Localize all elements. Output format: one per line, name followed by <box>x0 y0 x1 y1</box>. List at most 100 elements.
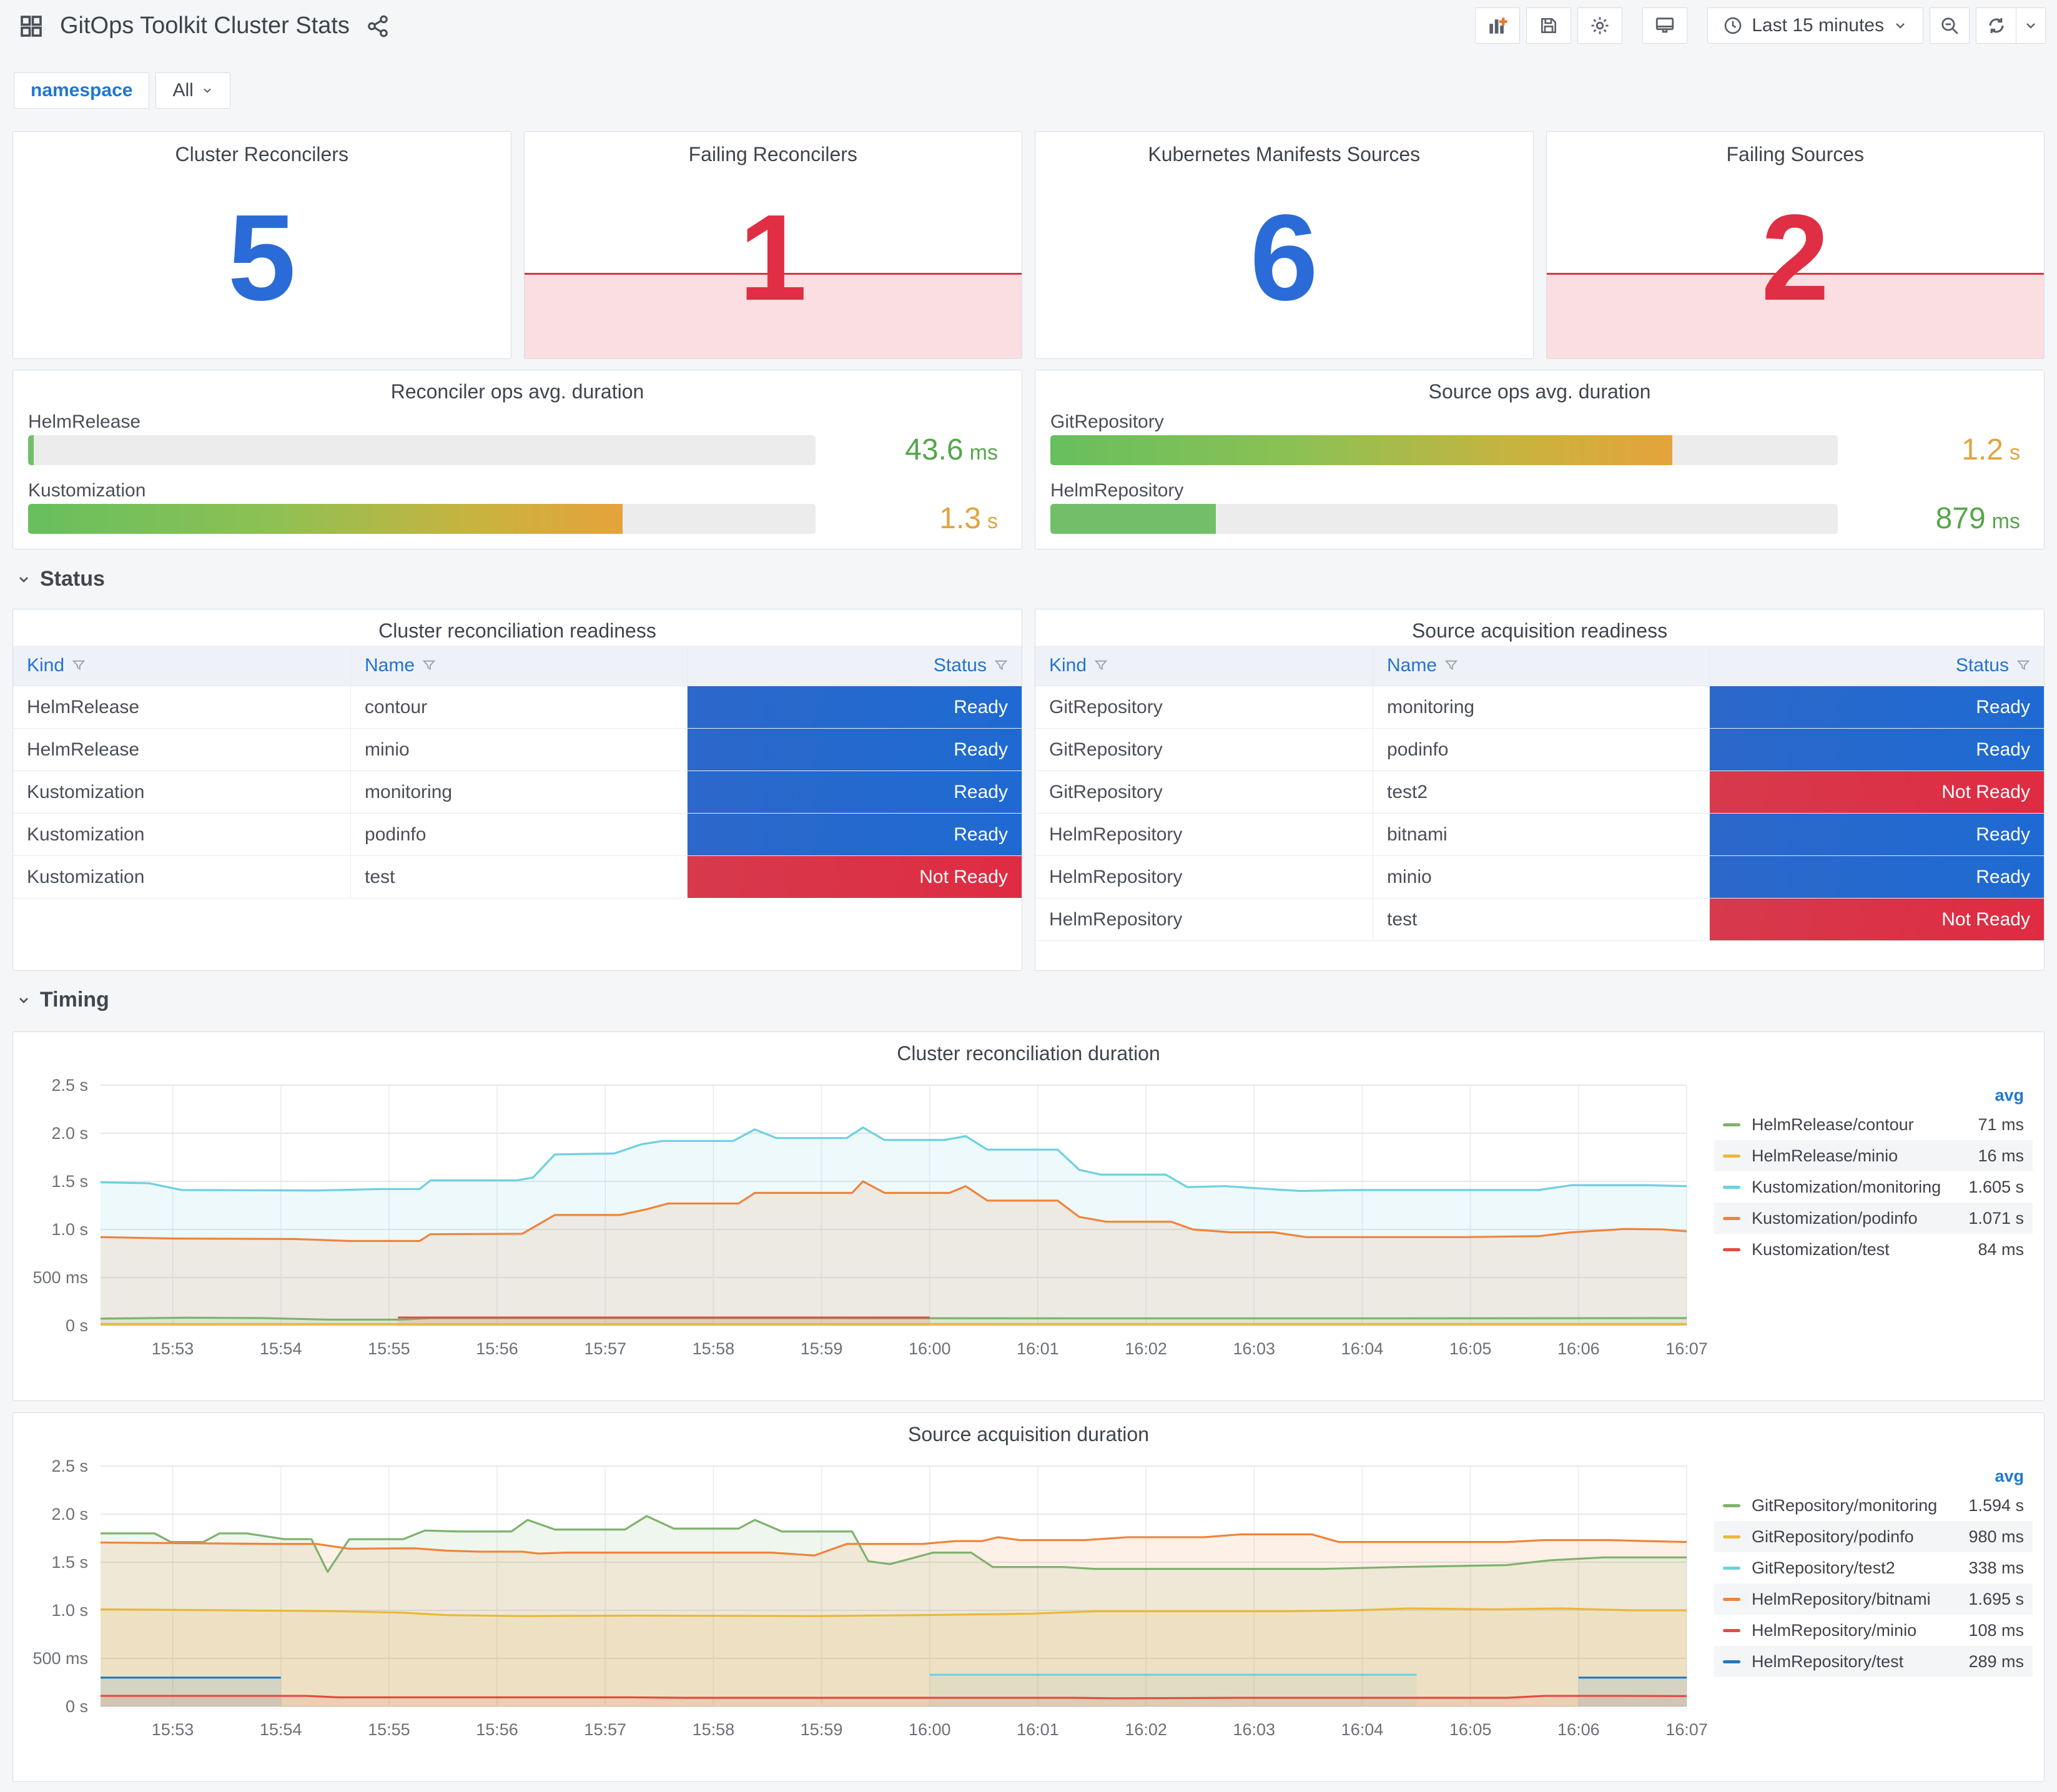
x-axis-tick-label: 15:56 <box>476 1720 518 1739</box>
readiness-table: Kind Name Status GitRepository monitoring Rea… <box>1035 646 2044 941</box>
cell-status: Not Ready <box>688 856 1022 898</box>
page-title: GitOps Toolkit Cluster Stats <box>60 12 350 39</box>
dashboard-settings-button[interactable] <box>1577 7 1623 44</box>
legend-series-swatch <box>1723 1566 1740 1570</box>
save-dashboard-button[interactable] <box>1526 7 1572 44</box>
gauge-track <box>1050 504 1838 534</box>
table-row: HelmRepository minio Ready <box>1035 856 2044 898</box>
section-status-title: Status <box>40 567 105 591</box>
legend-series-swatch <box>1723 1660 1740 1663</box>
legend-series-avg: 16 ms <box>1978 1146 2024 1165</box>
gauge-value-number: 1.2 <box>1961 433 2003 466</box>
legend-item[interactable]: GitRepository/podinfo 980 ms <box>1714 1521 2033 1552</box>
legend-item[interactable]: Kustomization/test 84 ms <box>1714 1234 2033 1265</box>
cell-name: test <box>351 856 688 898</box>
legend-item[interactable]: Kustomization/monitoring 1.605 s <box>1714 1171 2033 1203</box>
section-status-toggle[interactable]: Status <box>16 567 105 591</box>
legend-item[interactable]: GitRepository/monitoring 1.594 s <box>1714 1490 2033 1521</box>
x-axis-tick-label: 16:05 <box>1449 1720 1492 1739</box>
time-range-label: Last 15 minutes <box>1752 15 1884 36</box>
refresh-button[interactable] <box>1976 7 2016 44</box>
gauge-label: GitRepository <box>1050 411 1164 432</box>
gauge-value: 1.2 s <box>1961 435 2020 465</box>
section-timing-toggle[interactable]: Timing <box>16 988 109 1012</box>
chevron-down-icon <box>1896 23 1905 29</box>
y-axis-tick-label: 2.5 s <box>51 1076 88 1095</box>
gauge-label: HelmRelease <box>28 411 141 432</box>
variable-namespace-label[interactable]: namespace <box>14 72 150 109</box>
cell-status: Not Ready <box>1710 898 2044 940</box>
x-axis-tick-label: 15:56 <box>476 1339 518 1358</box>
variable-namespace-value-dropdown[interactable]: All <box>155 72 230 109</box>
share-icon[interactable] <box>366 14 390 38</box>
gauge-track <box>28 504 816 534</box>
column-header-kind[interactable]: Kind <box>1035 646 1374 686</box>
panel-title: Source ops avg. duration <box>1428 380 1651 403</box>
refresh-interval-dropdown[interactable] <box>2016 7 2046 44</box>
dashboard-grid-icon[interactable] <box>19 14 44 39</box>
gauge-track <box>28 435 816 465</box>
legend-item[interactable]: HelmRelease/contour 71 ms <box>1714 1109 2033 1140</box>
legend-avg-header: avg <box>1995 1467 2024 1485</box>
gauge-fill <box>28 504 623 534</box>
cell-kind: GitRepository <box>1035 771 1374 813</box>
column-header-kind[interactable]: Kind <box>13 646 352 686</box>
refresh-button-group <box>1976 7 2046 44</box>
y-axis-tick-label: 1.0 s <box>51 1220 88 1239</box>
legend-series-avg: 980 ms <box>1968 1527 2024 1546</box>
filter-icon <box>2016 660 2030 671</box>
panel-title: Source acquisition readiness <box>1411 619 1668 642</box>
stat-panel-1: Failing Reconcilers 1 <box>523 131 1022 359</box>
y-axis-tick-label: 2.5 s <box>51 1457 88 1475</box>
legend-series-swatch <box>1723 1504 1740 1507</box>
add-panel-button[interactable] <box>1475 7 1521 44</box>
legend-item[interactable]: HelmRepository/minio 108 ms <box>1714 1615 2033 1646</box>
zoom-out-button[interactable] <box>1930 7 1970 44</box>
cell-name: monitoring <box>1373 686 1710 728</box>
legend-series-avg: 1.605 s <box>1968 1177 2024 1196</box>
legend-item[interactable]: HelmRepository/test 289 ms <box>1714 1646 2033 1677</box>
x-axis-tick-label: 16:07 <box>1665 1339 1708 1358</box>
column-header-status[interactable]: Status <box>688 646 1022 686</box>
series-area <box>101 1534 1687 1706</box>
cell-kind: Kustomization <box>13 814 352 855</box>
x-axis-tick-label: 16:01 <box>1017 1339 1059 1358</box>
x-axis-tick-label: 15:53 <box>152 1339 194 1358</box>
filter-icon <box>994 660 1008 671</box>
legend-series-name: Kustomization/test <box>1752 1239 1890 1259</box>
x-axis-tick-label: 15:58 <box>693 1339 735 1358</box>
gauge-label: HelmRepository <box>1050 480 1184 501</box>
legend-item[interactable]: HelmRelease/minio 16 ms <box>1714 1140 2033 1171</box>
legend-series-name: GitRepository/test2 <box>1752 1558 1895 1577</box>
time-range-picker[interactable]: Last 15 minutes <box>1707 7 1923 44</box>
status-tables-row: Cluster reconciliation readiness Kind Name… <box>12 609 2045 971</box>
legend-item[interactable]: Kustomization/podinfo 1.071 s <box>1714 1203 2033 1234</box>
panel-cluster-reconciliation-duration: Cluster reconciliation duration 0 s 500 ms… <box>12 1031 2045 1401</box>
section-timing-title: Timing <box>40 988 109 1012</box>
column-header-status[interactable]: Status <box>1710 646 2044 686</box>
stat-panel-2: Kubernetes Manifests Sources 6 <box>1035 131 1534 359</box>
legend-series-name: HelmRelease/contour <box>1752 1115 1914 1134</box>
toolbar: Last 15 minutes <box>1475 7 2046 44</box>
gauge-fill <box>1050 435 1673 465</box>
cycle-view-mode-button[interactable] <box>1642 7 1688 44</box>
legend-series-swatch <box>1723 1248 1740 1251</box>
filter-icon <box>422 660 436 671</box>
column-header-name[interactable]: Name <box>1373 646 1710 686</box>
bar-gauge-row: Reconciler ops avg. duration HelmRelease 4… <box>12 370 2045 549</box>
gauge-value: 43.6 ms <box>905 435 998 465</box>
x-axis-tick-label: 16:07 <box>1665 1720 1708 1739</box>
cell-name: minio <box>1373 856 1710 898</box>
column-header-label: Name <box>365 655 415 676</box>
table-row: GitRepository podinfo Ready <box>1035 729 2044 771</box>
legend-item[interactable]: HelmRepository/bitnami 1.695 s <box>1714 1583 2033 1615</box>
gauge-value-unit: s <box>2010 441 2020 465</box>
gauge-value-unit: ms <box>969 441 998 465</box>
cell-name: test2 <box>1373 771 1710 813</box>
legend-series-name: HelmRepository/minio <box>1752 1620 1917 1640</box>
cell-name: contour <box>351 686 688 728</box>
dashboard-header: GitOps Toolkit Cluster Stats Last 15 min… <box>0 0 2057 62</box>
legend-item[interactable]: GitRepository/test2 338 ms <box>1714 1552 2033 1583</box>
x-axis-tick-label: 16:02 <box>1125 1339 1167 1358</box>
column-header-name[interactable]: Name <box>351 646 688 686</box>
